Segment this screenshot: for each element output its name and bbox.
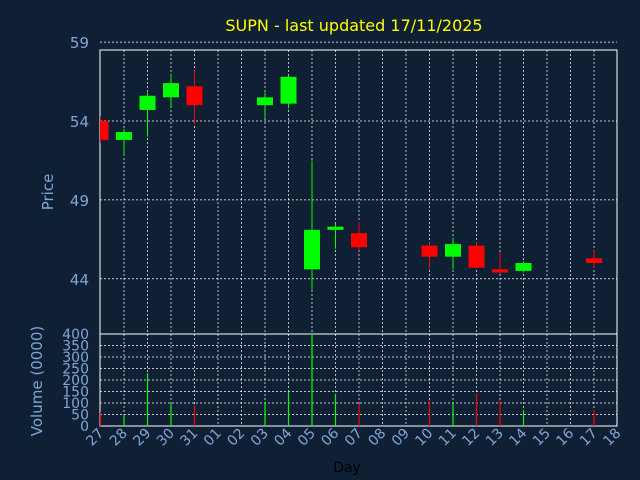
price-axis-ticks: 44 49 54 59 <box>70 34 89 289</box>
candlestick-series <box>100 70 602 290</box>
candle-body <box>280 76 297 104</box>
volume-axis-ticks: 050100150200250300350400 <box>62 327 89 435</box>
candle <box>327 223 344 249</box>
day-tick-label: 18 <box>600 426 624 450</box>
day-tick-label: 30 <box>154 426 178 450</box>
day-tick-label: 02 <box>224 426 248 450</box>
day-tick-label: 16 <box>553 425 577 449</box>
day-axis-ticks: 27 28 29 30 31 01 02 03 04 05 06 07 08 09 10 11 12 13 14 15… <box>83 425 624 449</box>
day-tick-label: 11 <box>436 426 460 450</box>
candle <box>304 160 320 290</box>
candle-body <box>186 86 203 106</box>
day-tick-label: 29 <box>130 426 154 450</box>
day-tick-label: 12 <box>459 426 483 450</box>
candle <box>186 70 203 125</box>
chart-root: SUPN - last updated 17/11/2025 44495459 … <box>28 16 624 476</box>
day-tick-label: 09 <box>389 426 413 450</box>
candle-body <box>421 245 438 257</box>
day-tick-label: 15 <box>530 426 554 450</box>
day-tick-label: 04 <box>271 425 295 449</box>
candle <box>116 128 132 156</box>
candle-body <box>468 245 485 268</box>
candle-body <box>163 83 179 98</box>
candle-body <box>445 244 461 257</box>
candle-body <box>116 132 132 140</box>
day-tick-label: 28 <box>107 426 131 450</box>
day-tick-label: 14 <box>506 425 530 449</box>
candle-body <box>100 121 109 140</box>
candle <box>351 221 367 251</box>
candle <box>515 261 532 273</box>
day-tick-label: 07 <box>342 426 366 450</box>
candle <box>445 237 461 270</box>
candle-body <box>139 95 156 110</box>
candle-body <box>586 258 602 263</box>
day-tick-label: 31 <box>177 426 201 450</box>
price-axis-label: Price <box>39 174 57 211</box>
candle <box>468 242 485 268</box>
day-tick-label: 13 <box>483 426 507 450</box>
volume-series <box>99 334 595 426</box>
price-tick-label: 44 <box>70 271 89 289</box>
price-tick-label: 59 <box>70 34 89 52</box>
price-tick-label: 49 <box>70 192 89 210</box>
day-tick-label: 06 <box>318 425 342 449</box>
day-tick-label: 08 <box>365 426 389 450</box>
candle <box>492 251 508 275</box>
candle <box>421 242 438 270</box>
day-tick-label: 03 <box>248 426 272 450</box>
candle-body <box>257 97 273 106</box>
candle-body <box>327 226 344 230</box>
day-axis-label: Day <box>333 460 361 476</box>
day-tick-label: 01 <box>201 426 225 450</box>
day-tick-label: 17 <box>577 426 601 450</box>
candle-body <box>304 229 320 270</box>
candle-body <box>351 233 367 248</box>
candle <box>100 116 109 144</box>
candle-body <box>492 269 508 273</box>
candle <box>139 92 156 137</box>
candle <box>280 75 297 109</box>
chart-title: SUPN - last updated 17/11/2025 <box>225 16 482 35</box>
candle <box>257 92 273 118</box>
volume-axis-label: Volume (0000) <box>28 326 46 436</box>
candle <box>586 250 602 268</box>
candle <box>163 73 179 107</box>
price-tick-label: 54 <box>70 113 89 131</box>
volume-tick-label: 400 <box>62 327 89 343</box>
day-tick-label: 10 <box>412 426 436 450</box>
day-tick-label: 05 <box>295 426 319 450</box>
candle-body <box>515 263 532 271</box>
